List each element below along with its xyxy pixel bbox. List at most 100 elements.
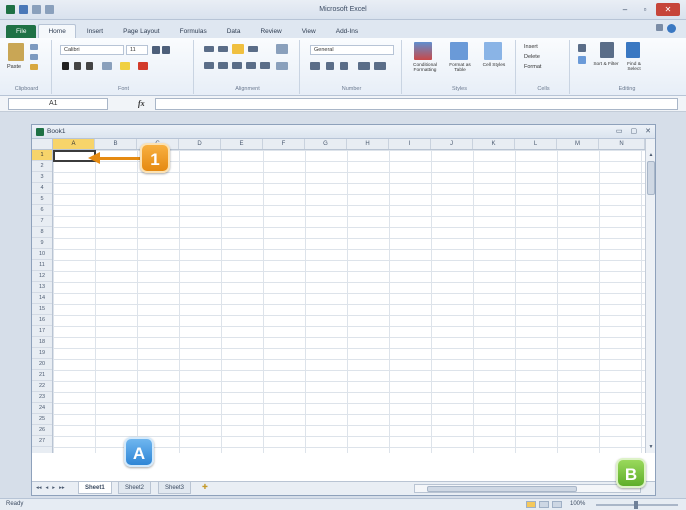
cut-icon[interactable] — [30, 44, 38, 50]
row-header[interactable]: 21 — [32, 370, 52, 381]
wrap-text-icon[interactable] — [276, 44, 288, 54]
conditional-formatting-icon[interactable] — [414, 42, 432, 60]
number-format-select[interactable]: General — [310, 45, 394, 55]
column-header-g[interactable]: G — [305, 139, 347, 149]
grow-font-icon[interactable] — [152, 46, 160, 54]
row-header[interactable]: 5 — [32, 194, 52, 205]
column-header-f[interactable]: F — [263, 139, 305, 149]
row-header[interactable]: 7 — [32, 216, 52, 227]
tab-home[interactable]: Home — [38, 24, 76, 38]
column-header-m[interactable]: M — [557, 139, 599, 149]
last-sheet-icon[interactable]: ▸▸ — [59, 485, 65, 491]
format-as-table-icon[interactable] — [450, 42, 468, 60]
bold-icon[interactable] — [62, 62, 69, 70]
name-box[interactable]: A1 — [8, 98, 108, 110]
column-header-d[interactable]: D — [179, 139, 221, 149]
paste-icon[interactable] — [8, 43, 24, 61]
row-header[interactable]: 24 — [32, 403, 52, 414]
column-header-k[interactable]: K — [473, 139, 515, 149]
help-icon[interactable] — [667, 24, 676, 33]
tab-formulas[interactable]: Formulas — [171, 25, 216, 38]
cell-styles-icon[interactable] — [484, 42, 502, 60]
workbook-minimize-button[interactable]: ▭ — [616, 127, 623, 135]
horizontal-scrollbar[interactable] — [414, 484, 641, 493]
tab-data[interactable]: Data — [218, 25, 250, 38]
page-break-view-icon[interactable] — [552, 501, 562, 508]
decrease-decimal-icon[interactable] — [374, 62, 386, 70]
row-header[interactable]: 15 — [32, 304, 52, 315]
align-right-icon[interactable] — [232, 62, 242, 69]
zoom-slider[interactable] — [596, 501, 678, 509]
insert-cells-button[interactable]: Insert — [524, 44, 538, 50]
column-header-l[interactable]: L — [515, 139, 557, 149]
tab-add-ins[interactable]: Add-Ins — [327, 25, 367, 38]
horizontal-scroll-thumb[interactable] — [427, 486, 577, 492]
row-header[interactable]: 6 — [32, 205, 52, 216]
scroll-down-icon[interactable]: ▼ — [647, 443, 655, 451]
select-all-button[interactable] — [32, 139, 53, 149]
delete-cells-button[interactable]: Delete — [524, 54, 540, 60]
cell-styles-label[interactable]: Cell Styles — [478, 63, 510, 68]
font-size-select[interactable]: 11 — [126, 45, 148, 55]
row-header[interactable]: 2 — [32, 161, 52, 172]
insert-function-icon[interactable]: fx — [138, 99, 145, 108]
tab-review[interactable]: Review — [251, 25, 290, 38]
underline-icon[interactable] — [86, 62, 93, 70]
zoom-slider-knob[interactable] — [634, 501, 638, 509]
align-top-icon[interactable] — [204, 46, 214, 52]
row-header[interactable]: 4 — [32, 183, 52, 194]
row-header[interactable]: 20 — [32, 359, 52, 370]
vertical-scroll-thumb[interactable] — [647, 161, 655, 195]
sheet-tab-sheet1[interactable]: Sheet1 — [78, 482, 112, 494]
row-header[interactable]: 11 — [32, 260, 52, 271]
sort-filter-icon[interactable] — [600, 42, 614, 58]
minimize-ribbon-icon[interactable] — [656, 24, 663, 31]
find-select-icon[interactable] — [626, 42, 640, 58]
merge-center-icon[interactable] — [276, 62, 288, 70]
row-header[interactable]: 13 — [32, 282, 52, 293]
tab-view[interactable]: View — [293, 25, 325, 38]
workbook-restore-button[interactable]: ▢ — [631, 127, 638, 135]
workbook-close-button[interactable]: ✕ — [645, 127, 651, 135]
row-header[interactable]: 23 — [32, 392, 52, 403]
first-sheet-icon[interactable]: ◂◂ — [36, 485, 42, 491]
maximize-button[interactable]: ▫ — [636, 3, 654, 16]
fill-icon[interactable] — [578, 56, 586, 64]
formula-input[interactable] — [155, 98, 678, 110]
column-header-b[interactable]: B — [95, 139, 137, 149]
row-header[interactable]: 22 — [32, 381, 52, 392]
align-middle-icon[interactable] — [218, 46, 228, 52]
currency-icon[interactable] — [310, 62, 320, 70]
minimize-button[interactable]: – — [616, 3, 634, 16]
cell-grid[interactable] — [53, 150, 645, 453]
autosum-icon[interactable] — [578, 44, 586, 52]
tab-file[interactable]: File — [6, 25, 37, 38]
scroll-up-icon[interactable]: ▲ — [647, 151, 655, 159]
sheet-tab-sheet2[interactable]: Sheet2 — [118, 482, 152, 494]
increase-indent-icon[interactable] — [260, 62, 270, 69]
row-header[interactable]: 19 — [32, 348, 52, 359]
column-header-a[interactable]: A — [53, 139, 95, 149]
row-header[interactable]: 8 — [32, 227, 52, 238]
page-layout-view-icon[interactable] — [539, 501, 549, 508]
row-header[interactable]: 3 — [32, 172, 52, 183]
row-header[interactable]: 27 — [32, 436, 52, 447]
insert-sheet-icon[interactable]: ✚ — [202, 483, 208, 491]
paste-label[interactable]: Paste — [7, 64, 21, 70]
format-as-table-label[interactable]: Format as Table — [444, 63, 476, 73]
fill-color-icon[interactable] — [120, 62, 130, 70]
row-header[interactable]: 9 — [32, 238, 52, 249]
format-cells-button[interactable]: Format — [524, 64, 541, 70]
vertical-scrollbar[interactable]: ▲ ▼ — [645, 139, 655, 453]
italic-icon[interactable] — [74, 62, 81, 70]
prev-sheet-icon[interactable]: ◂ — [46, 485, 49, 491]
row-header[interactable]: 26 — [32, 425, 52, 436]
increase-decimal-icon[interactable] — [358, 62, 370, 70]
column-header-e[interactable]: E — [221, 139, 263, 149]
row-header[interactable]: 25 — [32, 414, 52, 425]
sort-filter-label[interactable]: Sort & Filter — [592, 62, 620, 67]
row-header[interactable]: 12 — [32, 271, 52, 282]
copy-icon[interactable] — [30, 54, 38, 60]
align-bottom-icon[interactable] — [232, 44, 244, 54]
comma-style-icon[interactable] — [340, 62, 348, 70]
